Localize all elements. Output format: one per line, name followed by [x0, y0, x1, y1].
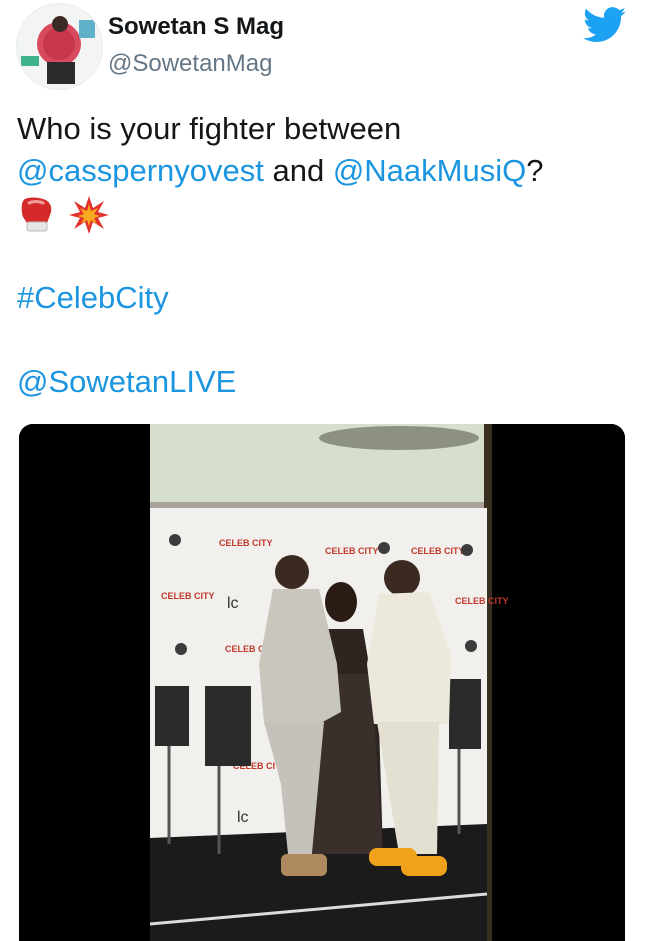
- emoji-line: [17, 192, 627, 235]
- avatar-image: [17, 4, 102, 89]
- mention-link[interactable]: @NaakMusiQ: [333, 153, 526, 188]
- tweet-line: Who is your fighter between: [17, 108, 627, 150]
- avatar[interactable]: [16, 3, 103, 90]
- tweet-header: Sowetan S Mag @SowetanMag: [0, 0, 645, 95]
- author-name[interactable]: Sowetan S Mag: [108, 13, 284, 41]
- collision-icon: [68, 195, 109, 234]
- text-question: ?: [526, 153, 544, 188]
- backdrop-text: CELEB CITY: [325, 546, 379, 556]
- mention-link[interactable]: @SowetanLIVE: [17, 364, 236, 399]
- tweet-line: @SowetanLIVE: [17, 361, 627, 403]
- backdrop-text: CELEB CITY: [455, 596, 509, 606]
- mention-link[interactable]: @casspernyovest: [17, 153, 264, 188]
- video-frame: CELEB CITY CELEB CITY CELEB CITY CELEB C…: [19, 424, 625, 941]
- backdrop-logo: lc: [237, 809, 249, 826]
- backdrop-text: CELEB CITY: [411, 546, 465, 556]
- tweet-line: #CelebCity: [17, 277, 627, 319]
- boxing-glove-icon: [21, 197, 52, 232]
- hashtag-link[interactable]: #CelebCity: [17, 280, 169, 315]
- tweet-line: @casspernyovest and @NaakMusiQ?: [17, 150, 627, 192]
- tweet-text-line1: Who is your fighter between: [17, 111, 402, 146]
- backdrop-text: CELEB CITY: [219, 538, 273, 548]
- tweet-video[interactable]: CELEB CITY CELEB CITY CELEB CITY CELEB C…: [19, 424, 625, 941]
- tweet-text: Who is your fighter between @casspernyov…: [17, 108, 627, 403]
- backdrop-logo: lc: [227, 595, 239, 612]
- author-handle[interactable]: @SowetanMag: [108, 50, 272, 78]
- backdrop-text: CELEB CITY: [161, 591, 215, 601]
- text-and: and: [263, 153, 333, 188]
- twitter-bird-icon[interactable]: [583, 7, 627, 43]
